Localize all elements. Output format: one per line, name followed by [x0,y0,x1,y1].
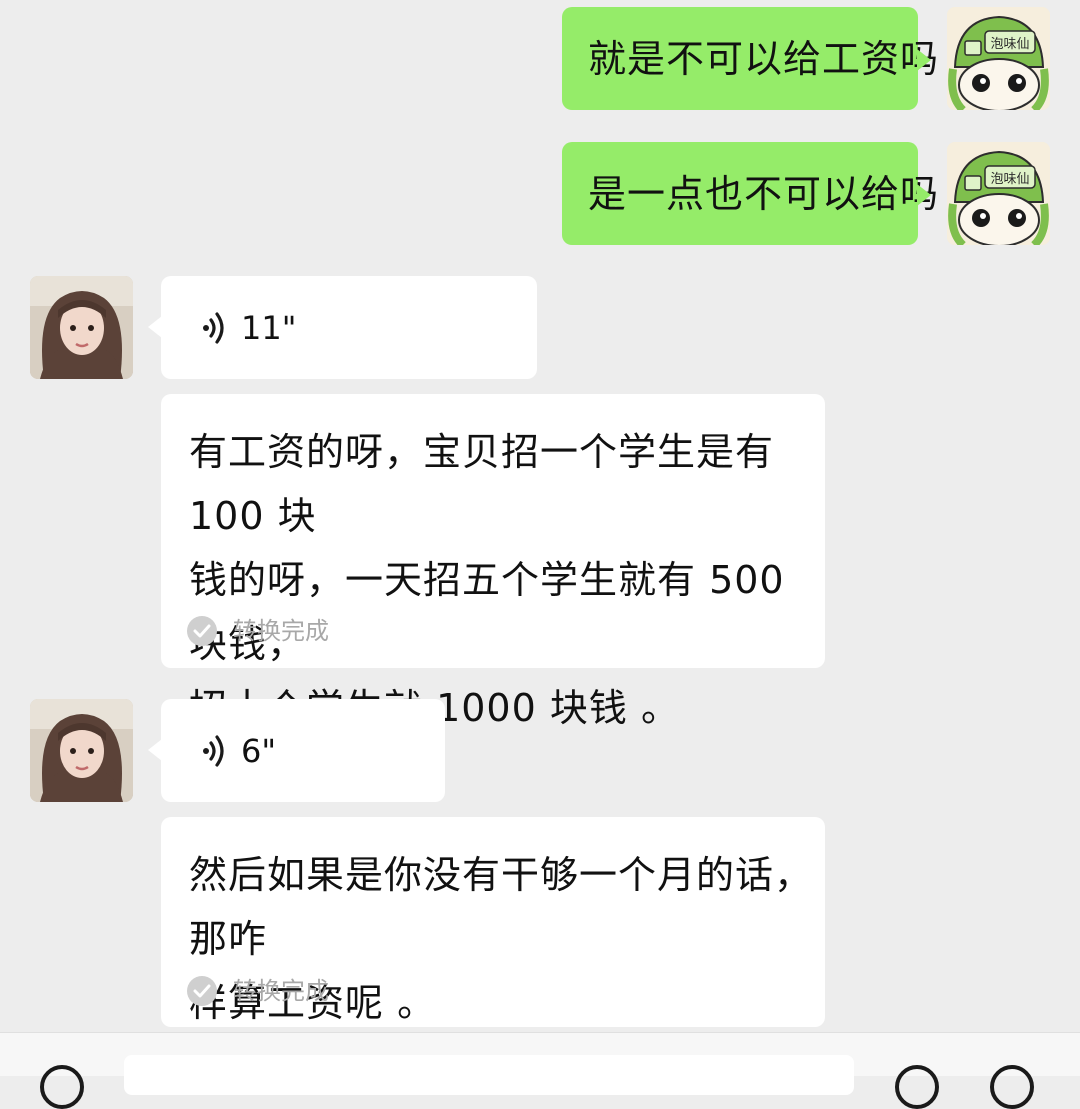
voice-player[interactable]: 11" [201,308,296,348]
voice-wave-icon [203,735,224,767]
svg-text:泡味仙: 泡味仙 [990,37,1029,52]
voice-wave-icon [203,312,224,344]
avatar-self[interactable]: 泡味仙 [947,142,1050,245]
plus-menu-icon[interactable] [990,1065,1034,1109]
message-bubble-self[interactable]: 是一点也不可以给吗 [562,142,938,245]
emoji-icon[interactable] [895,1065,939,1109]
voice-transcript-bubble[interactable]: 有工资的呀，宝贝招一个学生是有 100 块 钱的呀，一天招五个学生就有 500 … [161,394,825,730]
convert-status: 转换完成 [187,974,329,1008]
voice-message-bubble[interactable]: 6" [148,699,445,802]
voice-player[interactable]: 6" [201,731,276,771]
cartoon-girl-avatar-icon: 泡味仙 [947,7,1050,110]
voice-transcript-bubble[interactable]: 然后如果是你没有干够一个月的话，那咋 样算工资呢 。 转换完成 [161,817,825,1027]
contact-photo-icon [30,276,133,379]
message-text: 是一点也不可以给吗 [588,172,940,216]
cartoon-girl-avatar-icon: 泡味仙 [947,142,1050,245]
convert-status-label: 转换完成 [233,617,329,645]
svg-text:泡味仙: 泡味仙 [990,172,1029,187]
message-input[interactable] [124,1055,854,1095]
voice-duration: 6" [241,732,277,770]
message-text: 就是不可以给工资吗 [588,37,940,81]
check-circle-icon [187,976,217,1006]
contact-photo-icon [30,699,133,802]
chat-input-bar [0,1032,1080,1109]
voice-input-toggle-icon[interactable] [40,1065,84,1109]
check-circle-icon [187,616,217,646]
avatar-contact[interactable] [30,699,133,802]
voice-duration: 11" [241,309,297,347]
voice-message-bubble[interactable]: 11" [148,276,537,379]
convert-status-label: 转换完成 [233,977,329,1005]
message-bubble-self[interactable]: 就是不可以给工资吗 [562,7,938,110]
avatar-self[interactable]: 泡味仙 [947,7,1050,110]
transcript-text: 有工资的呀，宝贝招一个学生是有 100 块 钱的呀，一天招五个学生就有 500 … [189,430,785,730]
convert-status: 转换完成 [187,614,329,648]
avatar-contact[interactable] [30,276,133,379]
